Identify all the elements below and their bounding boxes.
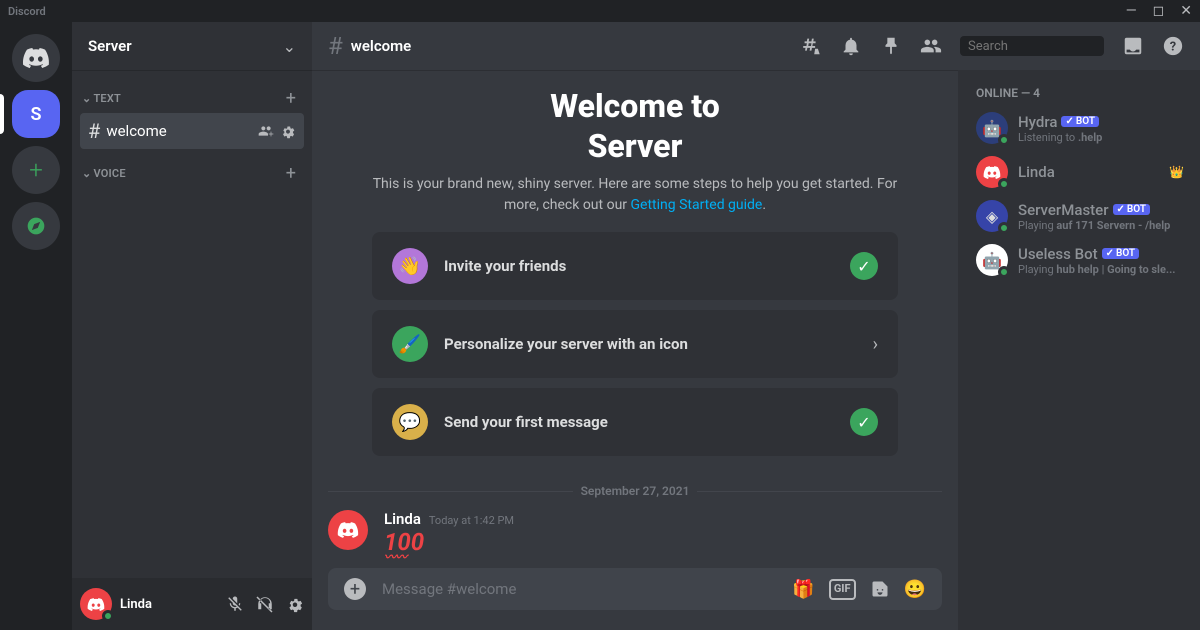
getting-started-link[interactable]: Getting Started guide [631,197,763,213]
category-voice[interactable]: ⌄ VOICE + [80,161,304,186]
members-header: ONLINE — 4 [968,86,1192,108]
discord-logo-icon [337,522,359,538]
add-channel-button[interactable]: + [286,163,296,184]
discord-logo-icon [22,44,50,72]
member-useless-bot[interactable]: 🤖 Useless Bot ✓ BOT Playing hub help | G… [968,240,1192,280]
gear-icon[interactable] [280,123,296,139]
maximize-button[interactable]: ◻ [1153,3,1165,19]
discord-logo-icon [87,598,105,611]
member-hydra[interactable]: 🤖 Hydra ✓ BOT Listening to .help [968,108,1192,148]
search-box[interactable] [960,36,1104,56]
server-name: Server [88,37,132,55]
svg-text:?: ? [1170,40,1176,55]
search-input[interactable] [968,39,1134,54]
help-icon[interactable]: ? [1162,35,1184,57]
date-divider: September 27, 2021 [328,484,942,498]
notifications-icon[interactable] [840,35,862,57]
members-icon[interactable] [920,35,942,57]
user-avatar[interactable] [80,588,112,620]
member-activity: Playing hub help | Going to sle... [1018,263,1184,276]
username: Linda [120,597,218,612]
member-activity: Listening to .help [1018,131,1184,144]
message-content: 100〰〰 [384,528,942,560]
server-header[interactable]: Server ⌄ [72,22,312,70]
chevron-down-icon: ⌄ [82,167,91,180]
member-avatar: 🤖 [976,112,1008,144]
status-indicator [102,610,114,622]
bot-tag: ✓ BOT [1113,204,1151,215]
minimize-button[interactable]: — [1126,3,1137,19]
emoji-icon[interactable]: 😀 [904,579,926,600]
add-server-button[interactable]: + [12,146,60,194]
onboarding-cards: 👋 Invite your friends ✓ 🖌️ Personalize y… [312,216,958,472]
message-author[interactable]: Linda [384,510,421,528]
compass-icon [26,216,46,236]
mute-icon[interactable] [226,595,244,613]
member-avatar: ◈ [976,200,1008,232]
crown-icon: 👑 [1169,165,1184,179]
check-icon: ✓ [850,252,878,280]
chat-icon: 💬 [392,404,428,440]
channel-welcome[interactable]: # welcome [80,113,304,149]
pinned-icon[interactable] [880,35,902,57]
channel-header: # welcome ? [312,22,1200,70]
user-panel: Linda [72,578,312,630]
composer: + 🎁 GIF 😀 [312,568,958,630]
bot-tag: ✓ BOT [1061,116,1099,127]
chevron-down-icon: ⌄ [283,37,296,56]
category-text[interactable]: ⌄ TEXT + [80,86,304,111]
guild-server[interactable]: S [12,90,60,138]
gif-icon[interactable]: GIF [829,579,856,600]
message-input[interactable] [382,580,776,598]
channel-title: welcome [351,37,411,55]
welcome-block: Welcome toServer This is your brand new,… [312,70,958,216]
deafen-icon[interactable] [256,595,274,613]
brush-icon: 🖌️ [392,326,428,362]
chevron-right-icon: › [873,334,878,355]
add-channel-button[interactable]: + [286,88,296,109]
welcome-title: Welcome toServer [372,86,898,166]
sticker-icon[interactable] [870,579,890,600]
settings-icon[interactable] [286,595,304,613]
member-activity: Playing auf 171 Servern - /help [1018,219,1184,232]
home-button[interactable] [12,34,60,82]
message: Linda Today at 1:42 PM 100〰〰 [312,506,958,564]
message-avatar[interactable] [328,510,368,550]
guild-list: S + [0,22,72,630]
inbox-icon[interactable] [1122,35,1144,57]
channel-sidebar: Server ⌄ ⌄ TEXT + # welcome ⌄ VOICE + [72,22,312,630]
check-icon: ✓ [850,408,878,436]
member-avatar: 🤖 [976,244,1008,276]
explore-button[interactable] [12,202,60,250]
welcome-subtitle: This is your brand new, shiny server. He… [372,174,898,216]
message-list: Welcome toServer This is your brand new,… [312,70,960,630]
app-name: Discord [8,5,46,18]
close-button[interactable]: ✕ [1180,3,1192,19]
member-list: ONLINE — 4 🤖 Hydra ✓ BOT Listening to .h… [960,70,1200,630]
chevron-down-icon: ⌄ [82,92,91,105]
hash-icon: # [328,32,343,60]
channel-list: ⌄ TEXT + # welcome ⌄ VOICE + [72,70,312,578]
gift-icon[interactable]: 🎁 [792,579,814,600]
invite-icon: 👋 [392,248,428,284]
card-first-message[interactable]: 💬 Send your first message ✓ [372,388,898,456]
threads-icon[interactable] [800,35,822,57]
member-linda[interactable]: Linda 👑 [968,152,1192,192]
member-avatar [976,156,1008,188]
member-servermaster[interactable]: ◈ ServerMaster ✓ BOT Playing auf 171 Ser… [968,196,1192,236]
create-invite-icon[interactable] [258,123,274,139]
hash-icon: # [88,119,100,143]
message-timestamp: Today at 1:42 PM [429,514,514,527]
bot-tag: ✓ BOT [1102,248,1140,259]
titlebar: Discord — ◻ ✕ [0,0,1200,22]
main-area: # welcome ? Welcome toServer [312,22,1200,630]
attach-button[interactable]: + [344,578,366,600]
card-personalize[interactable]: 🖌️ Personalize your server with an icon … [372,310,898,378]
card-invite-friends[interactable]: 👋 Invite your friends ✓ [372,232,898,300]
